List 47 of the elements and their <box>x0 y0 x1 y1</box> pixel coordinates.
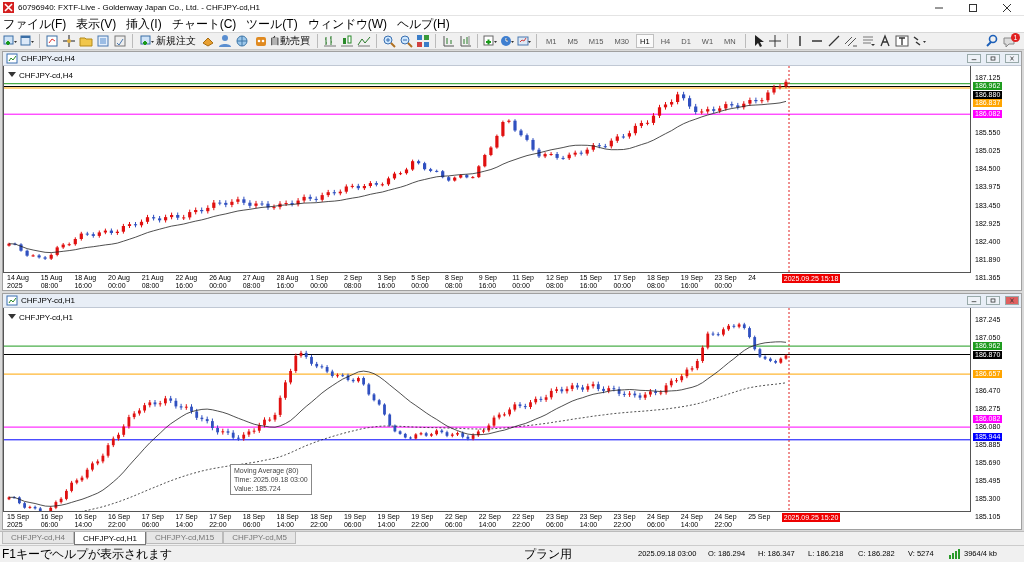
clock-icon[interactable] <box>500 34 514 48</box>
trendline-icon[interactable] <box>826 34 841 48</box>
menu-item[interactable]: ファイル(F) <box>3 16 67 32</box>
status-text: F1キーでヘルプが表示されます <box>1 548 173 560</box>
chart-tab[interactable]: CHFJPY-cd,H4 <box>2 532 74 544</box>
chart-symbol-label: CHFJPY-cd,H4 <box>19 70 73 80</box>
line-chart-icon[interactable] <box>357 34 371 48</box>
chart-window-title: CHFJPY-cd,H4 <box>21 54 75 63</box>
person-icon[interactable] <box>218 34 232 48</box>
folder-icon[interactable] <box>79 34 93 48</box>
restore-button[interactable] <box>986 54 1000 63</box>
status-text: プラン用 <box>523 548 573 560</box>
restore-button[interactable] <box>986 296 1000 305</box>
zoom-in-icon[interactable] <box>382 34 396 48</box>
chart-window-title: CHFJPY-cd,H1 <box>21 296 75 305</box>
indicator-icon[interactable] <box>483 34 497 48</box>
menu-item[interactable]: チャート(C) <box>171 16 237 32</box>
menu-item[interactable]: ヘルプ(H) <box>397 16 450 32</box>
chart-tab[interactable]: CHFJPY-cd,M15 <box>145 532 224 544</box>
window-icon[interactable] <box>20 34 34 48</box>
chart-tab[interactable]: CHFJPY-cd,H1 <box>73 532 146 545</box>
new-order-button[interactable]: 新規注文 <box>138 33 198 49</box>
menu-item[interactable]: 挿入(I) <box>126 16 162 32</box>
auto-trading-button[interactable]: 自動売買 <box>252 33 312 49</box>
menu-item[interactable]: 表示(V) <box>76 16 117 32</box>
notification-icon[interactable] <box>1002 35 1016 49</box>
template-icon[interactable] <box>517 34 531 48</box>
new-chart-icon[interactable] <box>3 34 17 48</box>
bar-chart-icon[interactable] <box>323 34 337 48</box>
menu-item[interactable]: ウィンドウ(W) <box>307 16 387 32</box>
search-icon[interactable] <box>985 34 999 48</box>
text-label-icon[interactable] <box>894 34 909 48</box>
chart-tab[interactable]: CHFJPY-cd,M5 <box>223 532 296 544</box>
text-icon[interactable] <box>877 34 892 48</box>
tile-windows-icon[interactable] <box>416 34 430 48</box>
minimize-button[interactable] <box>967 296 981 305</box>
zoom-out-icon[interactable] <box>399 34 413 48</box>
crosshair-move-icon[interactable] <box>62 34 76 48</box>
connection-bars-icon <box>948 547 962 561</box>
shapes-icon[interactable] <box>911 34 926 48</box>
candles-icon[interactable] <box>340 34 354 48</box>
window-title: 60796940: FXTF-Live - Goldenway Japan Co., Ltd. - CHFJPY-cd,H1 <box>18 3 262 12</box>
globe-icon[interactable] <box>235 34 249 48</box>
chart-symbol-label: CHFJPY-cd,H1 <box>19 312 73 322</box>
new-chart-icon <box>140 34 154 48</box>
minimize-button[interactable] <box>967 54 981 63</box>
menu-item[interactable]: ツール(T) <box>246 16 298 32</box>
